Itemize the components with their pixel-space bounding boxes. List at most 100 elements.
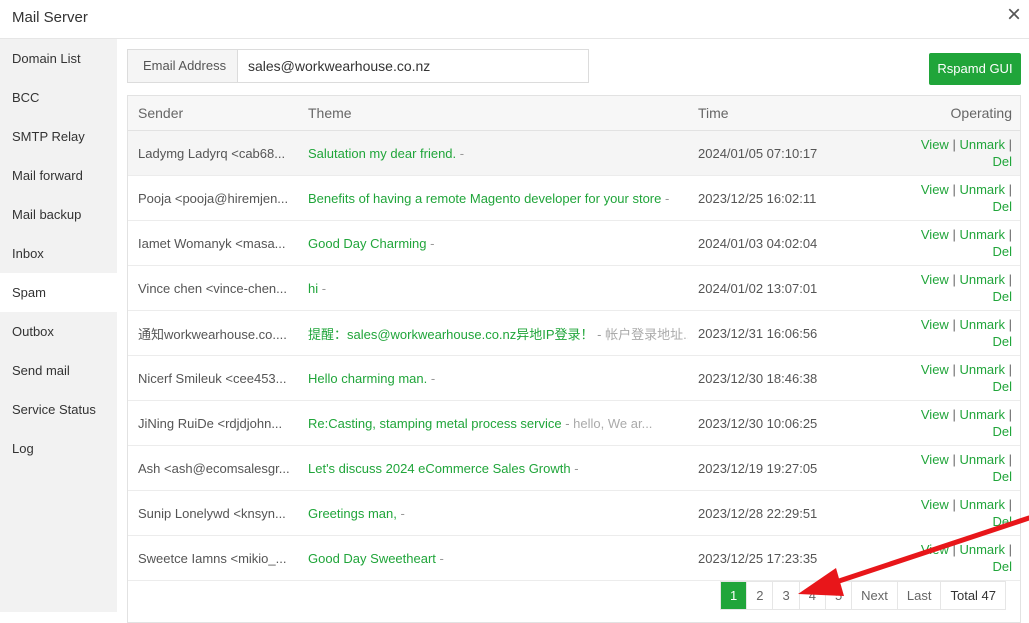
last-page-button[interactable]: Last: [896, 582, 941, 609]
page-4-button[interactable]: 4: [798, 582, 825, 609]
view-button[interactable]: View: [921, 542, 949, 557]
sidebar-item-mail-backup[interactable]: Mail backup: [0, 195, 117, 234]
table-row: Sunip Lonelywd <knsyn... Greetings man, -…: [128, 491, 1020, 536]
subject-link[interactable]: Re:Casting, stamping metal process servi…: [308, 416, 562, 431]
sidebar-item-mail-forward[interactable]: Mail forward: [0, 156, 117, 195]
time-cell: 2023/12/25 16:02:11: [698, 190, 817, 206]
close-icon[interactable]: ×: [1007, 3, 1021, 27]
unmark-button[interactable]: Unmark: [959, 137, 1005, 152]
operating-cell: View | Unmark | Del: [878, 266, 1020, 311]
view-button[interactable]: View: [921, 407, 949, 422]
subject-link[interactable]: Hello charming man.: [308, 371, 427, 386]
unmark-button[interactable]: Unmark: [959, 317, 1005, 332]
page-5-button[interactable]: 5: [824, 582, 851, 609]
view-button[interactable]: View: [921, 272, 949, 287]
delete-button[interactable]: Del: [992, 514, 1012, 529]
sidebar-item-inbox[interactable]: Inbox: [0, 234, 117, 273]
action-separator: |: [952, 227, 956, 242]
delete-button[interactable]: Del: [992, 244, 1012, 259]
action-separator: |: [1008, 137, 1012, 152]
unmark-button[interactable]: Unmark: [959, 182, 1005, 197]
view-button[interactable]: View: [921, 452, 949, 467]
view-button[interactable]: View: [921, 317, 949, 332]
theme-cell: Good Day Charming -: [298, 221, 688, 266]
table-row: Iamet Womanyk <masa... Good Day Charming …: [128, 221, 1020, 266]
sidebar-item-bcc[interactable]: BCC: [0, 78, 117, 117]
sender-cell: Pooja <pooja@hiremjen...: [138, 190, 289, 206]
delete-button[interactable]: Del: [992, 289, 1012, 304]
sidebar-item-service-status[interactable]: Service Status: [0, 390, 117, 429]
view-button[interactable]: View: [921, 497, 949, 512]
table-header-row: Sender Theme Time Operating: [128, 96, 1020, 131]
total-count: Total 47: [940, 582, 1005, 609]
delete-button[interactable]: Del: [992, 154, 1012, 169]
subject-link[interactable]: Good Day Sweetheart: [308, 551, 436, 566]
subject-link[interactable]: 提醒：sales@workwearhouse.co.nz异地IP登录！: [308, 327, 594, 342]
delete-button[interactable]: Del: [992, 469, 1012, 484]
unmark-button[interactable]: Unmark: [959, 542, 1005, 557]
sender-cell: Sweetce Iamns <mikio_...: [138, 550, 287, 566]
spam-table: Sender Theme Time Operating Ladymg Ladyr…: [127, 95, 1021, 623]
sender-cell: JiNing RuiDe <rdjdjohn...: [138, 415, 283, 431]
theme-cell: Re:Casting, stamping metal process servi…: [298, 401, 688, 446]
sidebar-item-smtp-relay[interactable]: SMTP Relay: [0, 117, 117, 156]
sidebar-item-send-mail[interactable]: Send mail: [0, 351, 117, 390]
unmark-button[interactable]: Unmark: [959, 407, 1005, 422]
sidebar-item-domain-list[interactable]: Domain List: [0, 39, 117, 78]
next-page-button[interactable]: Next: [851, 582, 897, 609]
action-separator: |: [1008, 272, 1012, 287]
subject-separator: -: [456, 145, 465, 161]
theme-cell: Salutation my dear friend. -: [298, 131, 688, 176]
unmark-button[interactable]: Unmark: [959, 227, 1005, 242]
action-separator: |: [1008, 317, 1012, 332]
sender-cell: Vince chen <vince-chen...: [138, 280, 287, 296]
unmark-button[interactable]: Unmark: [959, 452, 1005, 467]
action-separator: |: [1008, 407, 1012, 422]
table-row: Ash <ash@ecomsalesgr... Let's discuss 202…: [128, 446, 1020, 491]
subject-link[interactable]: Let's discuss 2024 eCommerce Sales Growt…: [308, 461, 571, 476]
view-button[interactable]: View: [921, 137, 949, 152]
subject-link[interactable]: Greetings man,: [308, 506, 397, 521]
time-cell: 2023/12/30 10:06:25: [698, 415, 818, 431]
sidebar-item-outbox[interactable]: Outbox: [0, 312, 117, 351]
page-3-button[interactable]: 3: [772, 582, 798, 609]
action-separator: |: [952, 182, 956, 197]
email-address-value[interactable]: sales@workwearhouse.co.nz: [238, 50, 588, 82]
action-separator: |: [952, 542, 956, 557]
view-button[interactable]: View: [921, 227, 949, 242]
subject-separator: -: [570, 460, 579, 476]
page-1-button[interactable]: 1: [721, 582, 747, 609]
email-address-label: Email Address: [128, 50, 238, 82]
window-titlebar: Mail Server ×: [0, 0, 1029, 39]
table-row: Nicerf Smileuk <cee453... Hello charming …: [128, 356, 1020, 401]
time-cell: 2024/01/05 07:10:17: [698, 145, 818, 161]
email-address-selector[interactable]: Email Address sales@workwearhouse.co.nz: [127, 49, 589, 83]
unmark-button[interactable]: Unmark: [959, 272, 1005, 287]
rspamd-gui-button[interactable]: Rspamd GUI: [929, 53, 1021, 85]
unmark-button[interactable]: Unmark: [959, 362, 1005, 377]
unmark-button[interactable]: Unmark: [959, 497, 1005, 512]
main-panel: Email Address sales@workwearhouse.co.nz …: [117, 39, 1029, 623]
view-button[interactable]: View: [921, 362, 949, 377]
delete-button[interactable]: Del: [992, 334, 1012, 349]
operating-cell: View | Unmark | Del: [878, 311, 1020, 356]
delete-button[interactable]: Del: [992, 379, 1012, 394]
delete-button[interactable]: Del: [992, 199, 1012, 214]
subject-link[interactable]: hi: [308, 281, 318, 296]
view-button[interactable]: View: [921, 182, 949, 197]
delete-button[interactable]: Del: [992, 424, 1012, 439]
sidebar-item-spam[interactable]: Spam: [0, 273, 117, 312]
subject-link[interactable]: Benefits of having a remote Magento deve…: [308, 191, 661, 206]
sender-cell: 通知workwearhouse.co....: [138, 326, 287, 342]
header-operating: Operating: [878, 96, 1020, 131]
window-title: Mail Server: [12, 9, 88, 26]
subject-link[interactable]: Salutation my dear friend.: [308, 146, 456, 161]
sidebar-item-log[interactable]: Log: [0, 429, 117, 468]
subject-separator: -: [593, 326, 602, 342]
subject-link[interactable]: Good Day Charming: [308, 236, 427, 251]
subject-separator: -: [426, 235, 435, 251]
action-separator: |: [1008, 542, 1012, 557]
delete-button[interactable]: Del: [992, 559, 1012, 574]
page-2-button[interactable]: 2: [746, 582, 772, 609]
action-separator: |: [1008, 362, 1012, 377]
